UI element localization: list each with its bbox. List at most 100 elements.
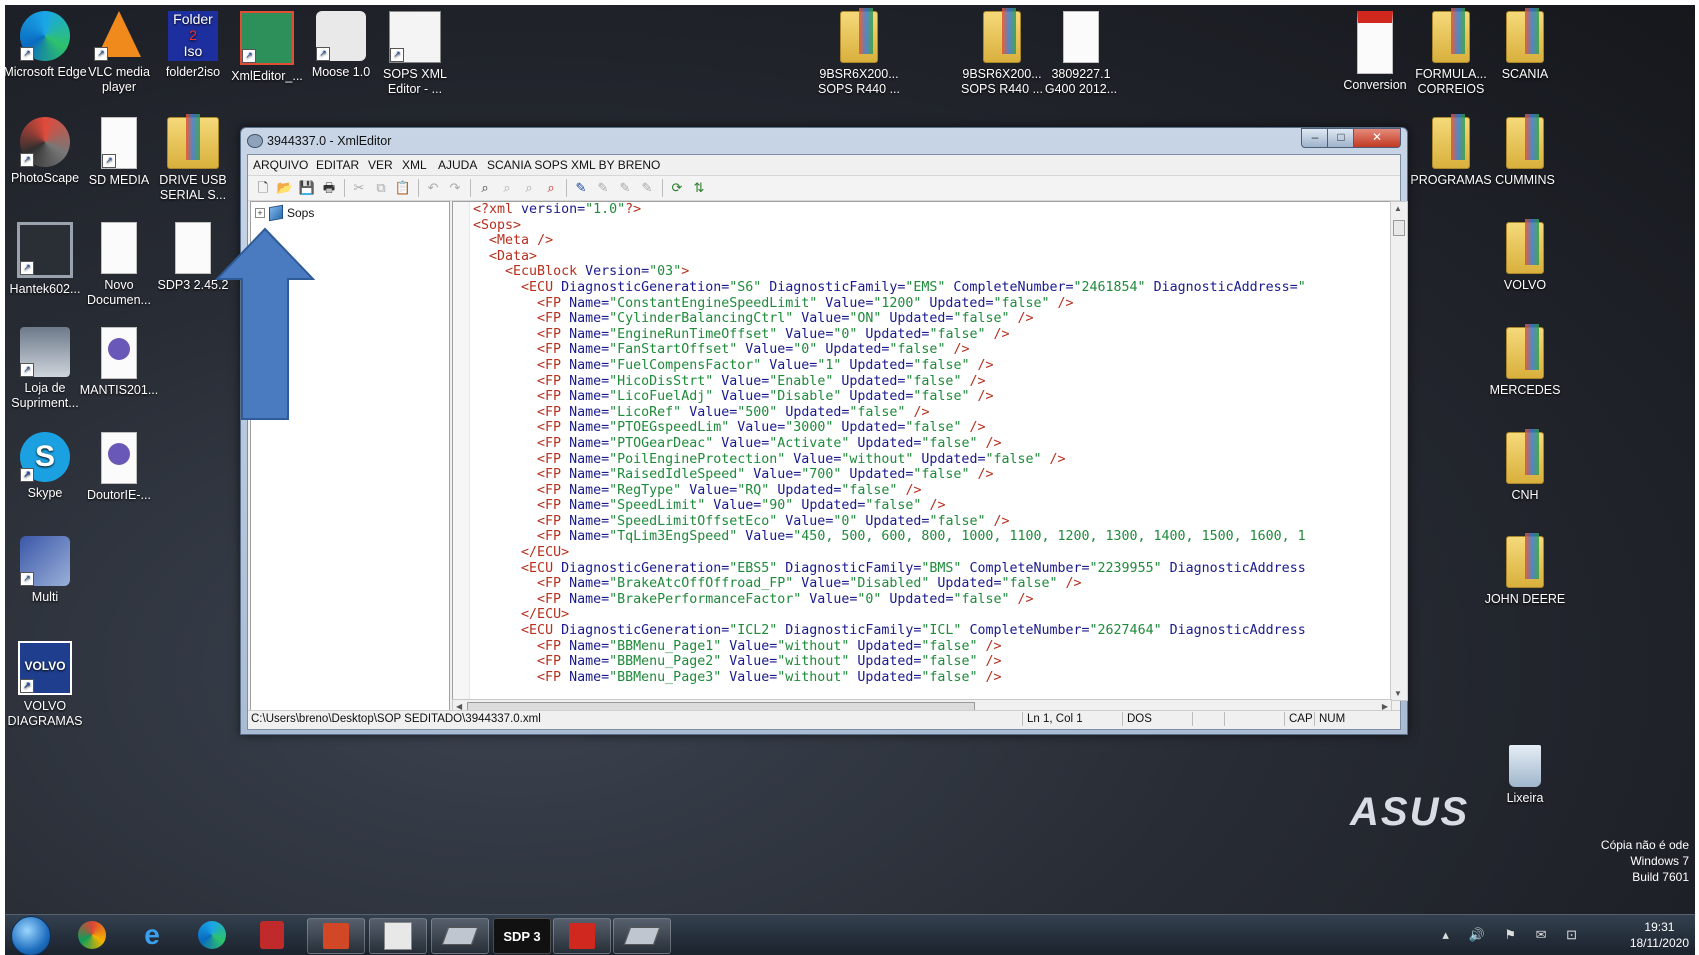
desktop-icon-conversion[interactable]: Conversion [1333, 11, 1417, 93]
desktop-icon-doutorie[interactable]: DoutorIE-... [77, 432, 161, 503]
desktop-icon-john-deere[interactable]: JOHN DEERE [1483, 533, 1567, 607]
desktop-icon-folder-sops-2[interactable]: 9BSR6X200... SOPS R440 ... [960, 8, 1044, 97]
xml-line[interactable]: <FP Name="EngineRunTimeOffset" Value="0"… [473, 327, 1306, 343]
xml-line[interactable]: <Sops> [473, 218, 1306, 234]
desktop-icon-novo-documento[interactable]: Novo Documen... [77, 222, 161, 308]
xml-line[interactable]: <FP Name="BrakePerformanceFactor" Value=… [473, 592, 1306, 608]
xml-editor[interactable]: <?xml version="1.0"?> <Sops> <Meta /> <Da… [452, 201, 1392, 701]
desktop-icon-lixeira[interactable]: Lixeira [1483, 745, 1567, 806]
find-next-icon[interactable]: ⌕ [498, 179, 516, 197]
save-icon[interactable]: 💾 [298, 179, 316, 197]
desktop-icon-xmleditor[interactable]: ↗ XmlEditor_... [225, 11, 309, 84]
xml-code[interactable]: <?xml version="1.0"?> <Sops> <Meta /> <Da… [473, 202, 1306, 685]
xml-line[interactable]: <FP Name="BBMenu_Page2" Value="without" … [473, 654, 1306, 670]
bookmark-previous-icon[interactable]: ✎ [616, 179, 634, 197]
taskbar-sdp3-icon[interactable]: SDP 3 [493, 918, 551, 954]
desktop-icon-drive-usb[interactable]: DRIVE USB SERIAL S... [151, 114, 235, 203]
menu-ver[interactable]: VER [368, 158, 393, 172]
taskbar-ie-icon[interactable]: e [129, 918, 175, 952]
tree-node-sops[interactable]: + Sops [255, 204, 314, 222]
start-button[interactable] [11, 916, 51, 955]
xml-line[interactable]: <FP Name="RaisedIdleSpeed" Value="700" U… [473, 467, 1306, 483]
menu-scania-sops[interactable]: SCANIA SOPS XML BY BRENO [487, 158, 660, 172]
new-file-icon[interactable]: 🗋 [254, 179, 272, 197]
desktop-icon-programas[interactable]: PROGRAMAS [1409, 114, 1493, 188]
taskbar-edge-icon[interactable] [189, 918, 235, 952]
xml-line[interactable]: <FP Name="HicoDisStrt" Value="Enable" Up… [473, 374, 1306, 390]
copy-icon[interactable]: ⧉ [372, 179, 390, 197]
xml-line[interactable]: <FP Name="RegType" Value="RQ" Updated="f… [473, 483, 1306, 499]
close-button[interactable]: ✕ [1353, 128, 1401, 148]
xml-line[interactable]: <Meta /> [473, 233, 1306, 249]
xml-line[interactable]: <Data> [473, 249, 1306, 265]
xml-line[interactable]: <FP Name="SpeedLimitOffsetEco" Value="0"… [473, 514, 1306, 530]
desktop-icon-multi[interactable]: ↗ Multi [5, 536, 87, 605]
xml-line[interactable]: <FP Name="ConstantEngineSpeedLimit" Valu… [473, 296, 1306, 312]
xml-line[interactable]: <FP Name="SpeedLimit" Value="90" Updated… [473, 498, 1306, 514]
xml-line[interactable]: <ECU DiagnosticGeneration="EBS5" Diagnos… [473, 561, 1306, 577]
xml-line[interactable]: <FP Name="PoilEngineProtection" Value="w… [473, 452, 1306, 468]
taskbar-scanner-icon[interactable] [431, 918, 489, 954]
cut-icon[interactable]: ✂ [350, 179, 368, 197]
refresh-icon[interactable]: ⟳ [668, 179, 686, 197]
xml-line[interactable]: </ECU> [473, 607, 1306, 623]
desktop-icon-cummins[interactable]: CUMMINS [1483, 114, 1567, 188]
scroll-down-icon[interactable]: ▼ [1394, 689, 1402, 698]
bookmark-next-icon[interactable]: ✎ [594, 179, 612, 197]
xml-line[interactable]: <FP Name="CylinderBalancingCtrl" Value="… [473, 311, 1306, 327]
xml-line[interactable]: <ECU DiagnosticGeneration="ICL2" Diagnos… [473, 623, 1306, 639]
xml-line[interactable]: <EcuBlock Version="03"> [473, 264, 1306, 280]
minimize-button[interactable]: – [1301, 128, 1329, 148]
xml-line[interactable]: <FP Name="LicoRef" Value="500" Updated="… [473, 405, 1306, 421]
desktop-icon-hantek[interactable]: ↗ Hantek602... [5, 222, 87, 297]
taskbar-scanner-icon[interactable] [613, 918, 671, 954]
tray-icons[interactable]: ▴ 🔊 ⚑ ✉ ⊡ [1442, 927, 1585, 943]
open-folder-icon[interactable]: 📂 [276, 179, 294, 197]
xml-line[interactable]: <FP Name="LicoFuelAdj" Value="Disable" U… [473, 389, 1306, 405]
vertical-scroll-thumb[interactable] [1393, 220, 1405, 236]
desktop-icon-sops-xml-editor[interactable]: ↗ SOPS XML Editor - ... [373, 11, 457, 97]
desktop-icon-volvo[interactable]: VOLVO [1483, 219, 1567, 293]
desktop-icon-photoscape[interactable]: ↗ PhotoScape [5, 117, 87, 186]
bookmark-clear-icon[interactable]: ✎ [638, 179, 656, 197]
xml-line[interactable]: <FP Name="BBMenu_Page3" Value="without" … [473, 670, 1306, 686]
find-previous-icon[interactable]: ⌕ [520, 179, 538, 197]
taskbar-chrome-icon[interactable] [69, 918, 115, 952]
desktop-icon-volvo-diagramas[interactable]: VOLVO ↗ VOLVO DIAGRAMAS [5, 641, 87, 729]
desktop-icon-folder-sops-1[interactable]: 9BSR6X200... SOPS R440 ... [817, 8, 901, 97]
taskbar-powerpoint-icon[interactable] [307, 918, 365, 954]
menu-arquivo[interactable]: ARQUIVO [253, 158, 308, 172]
menu-ajuda[interactable]: AJUDA [438, 158, 477, 172]
scroll-up-icon[interactable]: ▲ [1394, 204, 1402, 213]
xml-line[interactable]: <FP Name="PTOGearDeac" Value="Activate" … [473, 436, 1306, 452]
desktop-icon-scania[interactable]: SCANIA [1483, 8, 1567, 82]
taskbar-acrobat-icon[interactable] [553, 918, 611, 954]
xml-line[interactable]: </ECU> [473, 545, 1306, 561]
paste-icon[interactable]: 📋 [394, 179, 412, 197]
undo-icon[interactable]: ↶ [424, 179, 442, 197]
xml-line[interactable]: <FP Name="FanStartOffset" Value="0" Upda… [473, 342, 1306, 358]
redo-icon[interactable]: ↷ [446, 179, 464, 197]
tree-sync-icon[interactable]: ⇅ [690, 179, 708, 197]
menu-xml[interactable]: XML [402, 158, 427, 172]
maximize-button[interactable]: □ [1327, 128, 1355, 148]
desktop-icon-skype[interactable]: S ↗ Skype [5, 432, 87, 501]
desktop-icon-cnh[interactable]: CNH [1483, 429, 1567, 503]
xml-line[interactable]: <FP Name="BrakeAtcOffOffroad_FP" Value="… [473, 576, 1306, 592]
xml-line[interactable]: <FP Name="TqLim3EngSpeed" Value="450, 50… [473, 529, 1306, 545]
xml-line[interactable]: <FP Name="FuelCompensFactor" Value="1" U… [473, 358, 1306, 374]
desktop-icon-formula-correios[interactable]: FORMULA... CORREIOS [1409, 8, 1493, 97]
xml-line[interactable]: <FP Name="BBMenu_Page1" Value="without" … [473, 639, 1306, 655]
menu-editar[interactable]: EDITAR [316, 158, 359, 172]
desktop-icon-3809227[interactable]: 3809227.1 G400 2012... [1039, 11, 1123, 97]
replace-icon[interactable]: ⌕ [542, 179, 560, 197]
vertical-scrollbar[interactable]: ▲ ▼ [1390, 201, 1408, 701]
desktop-icon-vlc[interactable]: ↗ VLC media player [77, 11, 161, 95]
xml-line[interactable]: <FP Name="PTOEGspeedLim" Value="3000" Up… [473, 420, 1306, 436]
expand-icon[interactable]: + [255, 208, 265, 218]
taskbar-antivirus-icon[interactable] [249, 918, 295, 952]
desktop-icon-moose[interactable]: ↗ Moose 1.0 [299, 11, 383, 80]
desktop-icon-loja[interactable]: ↗ Loja de Supriment... [5, 327, 87, 411]
bookmark-toggle-icon[interactable]: ✎ [572, 179, 590, 197]
desktop-icon-sd-media[interactable]: ↗ SD MEDIA [77, 117, 161, 188]
